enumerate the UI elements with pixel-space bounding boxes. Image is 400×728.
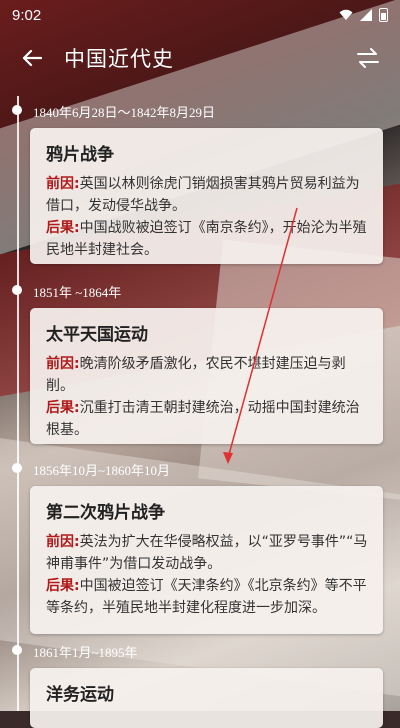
timeline-dot — [12, 105, 22, 115]
event-title: 太平天国运动 — [46, 325, 148, 345]
switch-order-button[interactable] — [336, 30, 400, 86]
timeline-dot — [12, 463, 22, 473]
event-date: 1861年1月~1895年 — [33, 645, 138, 660]
status-bar: 9:02 — [0, 0, 400, 30]
timeline: 1840年6月28日～1842年8月29日 鸦片战争 前因:英国以林则徐虎门销烟… — [0, 86, 400, 728]
event-title: 第二次鸦片战争 — [46, 503, 165, 523]
effect-text: 中国战败被迫签订《南京条约》，开始沦为半殖民地半封建社会。 — [46, 220, 367, 258]
cause-text: 晚清阶级矛盾激化，农民不堪封建压迫与剥削。 — [46, 356, 346, 394]
status-time: 9:02 — [12, 6, 42, 24]
arrow-left-icon — [22, 49, 42, 67]
back-button[interactable] — [0, 30, 64, 86]
event-card[interactable]: 洋务运动 — [30, 668, 383, 728]
event-card[interactable]: 鸦片战争 前因:英国以林则徐虎门销烟损害其鸦片贸易利益为借口，发动侵华战争。 后… — [30, 128, 383, 264]
wifi-icon — [339, 9, 353, 20]
swap-arrows-icon — [357, 48, 379, 68]
effect-text: 中国被迫签订《天津条约》《北京条约》等不平等条约，半殖民地半封建化程度进一步加深… — [46, 578, 367, 616]
event-date: 1851年 ~1864年 — [33, 285, 122, 300]
cause-text: 英国以林则徐虎门销烟损害其鸦片贸易利益为借口，发动侵华战争。 — [46, 176, 360, 214]
event-title: 洋务运动 — [46, 685, 114, 705]
event-date: 1856年10月~1860年10月 — [33, 463, 171, 478]
event-cause: 前因:英法为扩大在华侵略权益，以“亚罗号事件”“马神甫事件”为借口发动战争。 — [46, 531, 369, 575]
event-effect: 后果:沉重打击清王朝封建统治，动摇中国封建统治根基。 — [46, 397, 369, 441]
event-date: 1840年6月28日～1842年8月29日 — [33, 105, 216, 120]
cause-text: 英法为扩大在华侵略权益，以“亚罗号事件”“马神甫事件”为借口发动战争。 — [46, 534, 368, 572]
effect-label: 后果: — [46, 400, 80, 416]
effect-text: 沉重打击清王朝封建统治，动摇中国封建统治根基。 — [46, 400, 360, 438]
timeline-dot — [12, 645, 22, 655]
signal-icon — [360, 9, 372, 21]
event-card[interactable]: 第二次鸦片战争 前因:英法为扩大在华侵略权益，以“亚罗号事件”“马神甫事件”为借… — [30, 486, 383, 634]
cause-label: 前因: — [46, 534, 80, 550]
cause-label: 前因: — [46, 356, 80, 372]
event-effect: 后果:中国战败被迫签订《南京条约》，开始沦为半殖民地半封建社会。 — [46, 217, 369, 261]
effect-label: 后果: — [46, 578, 80, 594]
battery-icon — [379, 8, 388, 22]
timeline-dot — [12, 285, 22, 295]
event-cause: 前因:英国以林则徐虎门销烟损害其鸦片贸易利益为借口，发动侵华战争。 — [46, 173, 369, 217]
effect-label: 后果: — [46, 220, 80, 236]
cause-label: 前因: — [46, 176, 80, 192]
timeline-line — [17, 96, 19, 711]
app-bar: 中国近代史 — [0, 30, 400, 86]
event-cause: 前因:晚清阶级矛盾激化，农民不堪封建压迫与剥削。 — [46, 353, 369, 397]
event-title: 鸦片战争 — [46, 145, 114, 165]
event-card[interactable]: 太平天国运动 前因:晚清阶级矛盾激化，农民不堪封建压迫与剥削。 后果:沉重打击清… — [30, 308, 383, 444]
event-effect: 后果:中国被迫签订《天津条约》《北京条约》等不平等条约，半殖民地半封建化程度进一… — [46, 575, 369, 619]
page-title: 中国近代史 — [64, 47, 174, 71]
